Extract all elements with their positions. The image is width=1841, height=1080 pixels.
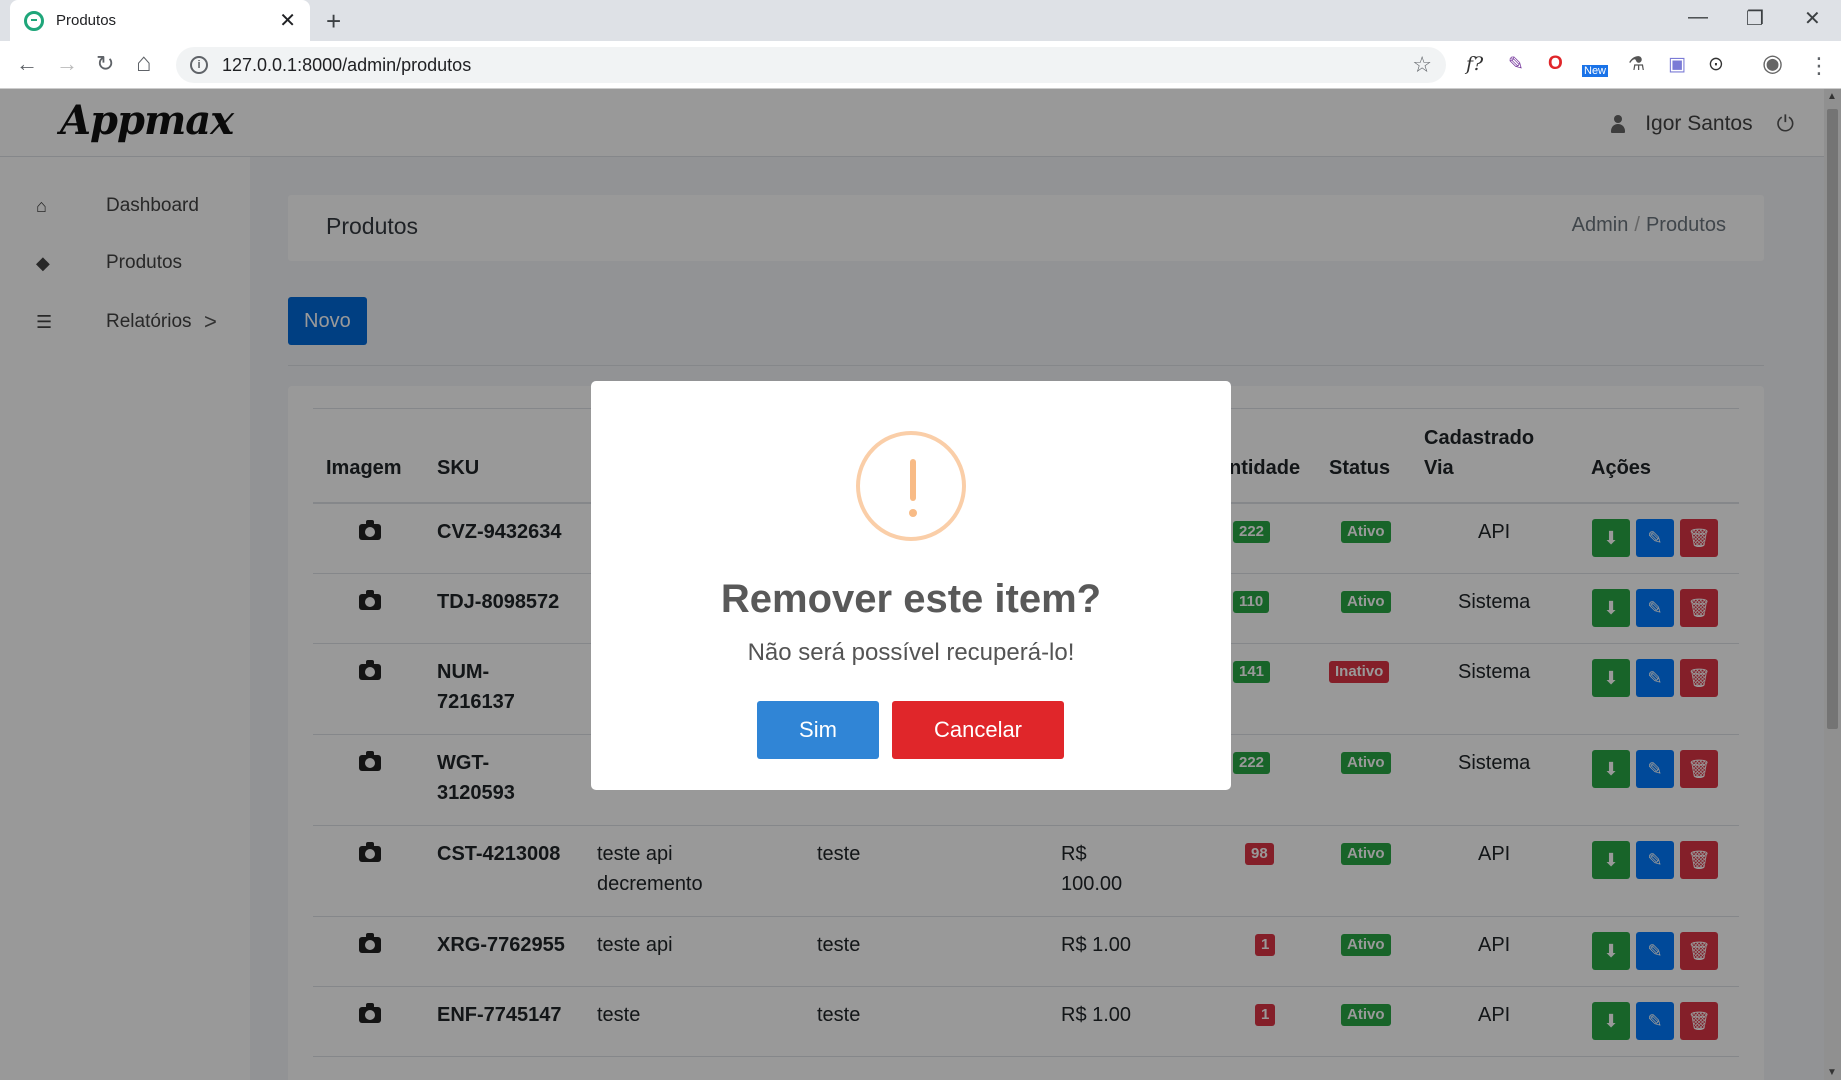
- tab-title: Produtos: [56, 12, 117, 29]
- extension-circle-icon[interactable]: ⊙: [1708, 53, 1724, 76]
- restore-button[interactable]: ❐: [1746, 6, 1764, 31]
- browser-tabbar: Produtos ✕ + — ❐ ✕: [0, 0, 1841, 41]
- dialog-title: Remover este item?: [720, 577, 1102, 621]
- extension-flask-icon[interactable]: ⚗: [1628, 53, 1645, 76]
- browser-menu-icon[interactable]: ⋮: [1808, 53, 1830, 79]
- back-button[interactable]: ←: [16, 51, 38, 77]
- address-bar[interactable]: i 127.0.0.1:8000/admin/produtos ☆: [176, 47, 1446, 83]
- reload-button[interactable]: ↻: [96, 51, 114, 77]
- extension-new-icon[interactable]: New: [1582, 65, 1609, 77]
- extension-pen-icon[interactable]: ✎: [1508, 53, 1524, 76]
- cancel-button[interactable]: Cancelar: [892, 701, 1064, 759]
- forward-button[interactable]: →: [56, 51, 78, 77]
- confirm-delete-dialog: Remover este item? Não será possível rec…: [591, 381, 1231, 790]
- tab-close-icon[interactable]: ✕: [279, 8, 296, 33]
- bookmark-star-icon[interactable]: ☆: [1412, 52, 1432, 78]
- confirm-button[interactable]: Sim: [757, 701, 879, 759]
- browser-tab[interactable]: Produtos ✕: [10, 0, 310, 41]
- site-info-icon[interactable]: i: [190, 56, 208, 74]
- warning-icon-dot: [909, 509, 917, 517]
- extension-f-icon[interactable]: f?: [1466, 53, 1483, 75]
- new-tab-button[interactable]: +: [326, 6, 341, 37]
- warning-icon: [856, 431, 966, 541]
- minimize-button[interactable]: —: [1688, 6, 1708, 29]
- warning-icon-bar: [910, 459, 916, 501]
- browser-toolbar: ← → ↻ ⌂ i 127.0.0.1:8000/admin/produtos …: [0, 41, 1841, 89]
- extension-box-icon[interactable]: ▣: [1668, 53, 1686, 76]
- opera-icon[interactable]: O: [1548, 53, 1563, 75]
- site-favicon-icon: [24, 10, 44, 31]
- dialog-message: Não será possível recuperá-lo!: [747, 639, 1075, 666]
- home-button[interactable]: ⌂: [136, 47, 152, 78]
- url-text[interactable]: 127.0.0.1:8000/admin/produtos: [222, 55, 1412, 76]
- profile-avatar[interactable]: ◉: [1762, 49, 1783, 78]
- window-close-button[interactable]: ✕: [1804, 6, 1821, 31]
